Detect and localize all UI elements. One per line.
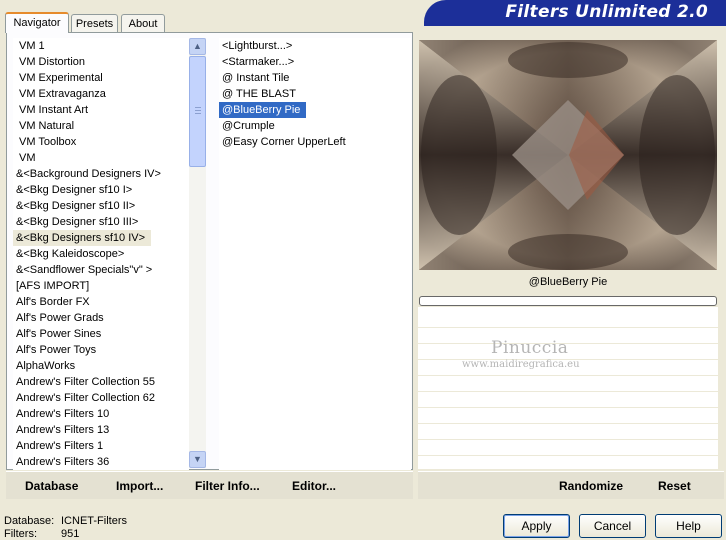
right-toolbar: Randomize Reset [418, 471, 724, 499]
category-list-item[interactable]: VM Natural [13, 118, 74, 134]
editor-button[interactable]: Editor... [292, 479, 336, 493]
kaleidoscope-preview [419, 40, 717, 270]
category-list-item[interactable]: Andrew's Filters 10 [13, 406, 109, 422]
category-scrollbar[interactable]: ▲ ▼ [189, 38, 206, 468]
filter-list[interactable]: <Lightburst...> <Starmaker...> @ Instant T… [219, 38, 411, 470]
database-label: Database: [4, 515, 55, 527]
category-list-item[interactable]: Alf's Power Toys [13, 342, 96, 358]
category-list-item[interactable]: &<Background Designers IV> [13, 166, 161, 182]
apply-button[interactable]: Apply [503, 514, 570, 538]
category-list-item[interactable]: &<Sandflower Specials"v" > [13, 262, 152, 278]
preview-filter-name: @BlueBerry Pie [528, 276, 608, 288]
category-list-item[interactable]: VM Experimental [13, 70, 103, 86]
parameter-area [418, 307, 718, 469]
category-list-item[interactable]: Andrew's Filter Collection 55 [13, 374, 155, 390]
randomize-button[interactable]: Randomize [559, 479, 623, 493]
category-list-item[interactable]: VM [13, 150, 36, 166]
filter-list-item[interactable]: <Lightburst...> [219, 38, 292, 54]
database-value: ICNET-Filters [61, 515, 127, 527]
category-list-item[interactable]: &<Bkg Designer sf10 III> [13, 214, 138, 230]
category-list-item[interactable]: &<Bkg Designers sf10 IV> [13, 230, 152, 246]
category-list-item[interactable]: VM Distortion [13, 54, 85, 70]
category-list-item[interactable]: Alf's Power Sines [13, 326, 101, 342]
category-list-item[interactable]: Andrew's Filters 1 [13, 438, 103, 454]
app-title: Filters Unlimited 2.0 [505, 2, 708, 22]
filter-list-item[interactable]: @ THE BLAST [219, 86, 296, 102]
category-list-item[interactable]: Andrew's Filters 13 [13, 422, 109, 438]
filter-list-item[interactable]: @ Instant Tile [219, 70, 289, 86]
filter-list-item[interactable]: @BlueBerry Pie [219, 102, 307, 118]
help-button[interactable]: Help [655, 514, 722, 538]
category-list-item[interactable]: VM Instant Art [13, 102, 88, 118]
filter-info-button[interactable]: Filter Info... [195, 479, 260, 493]
progress-bar [419, 296, 717, 306]
filters-count: 951 [61, 528, 80, 540]
filter-list-item[interactable]: @Easy Corner UpperLeft [219, 134, 346, 150]
category-list-item[interactable]: Andrew's Filters 36 [13, 454, 109, 470]
tab-presets[interactable]: Presets [71, 14, 118, 32]
tab-about[interactable]: About [121, 14, 165, 32]
category-list-item[interactable]: Alf's Power Grads [13, 310, 104, 326]
category-list-item[interactable]: VM Extravaganza [13, 86, 106, 102]
filter-list-item[interactable]: <Starmaker...> [219, 54, 294, 70]
category-list-item[interactable]: [AFS IMPORT] [13, 278, 89, 294]
category-list-item[interactable]: VM Toolbox [13, 134, 76, 150]
filters-label: Filters: [4, 528, 37, 540]
watermark-title: Pinuccia [491, 338, 569, 358]
cancel-button[interactable]: Cancel [579, 514, 646, 538]
category-list-item[interactable]: AlphaWorks [13, 358, 75, 374]
preview-image [419, 40, 717, 270]
reset-button[interactable]: Reset [658, 479, 691, 493]
category-list-item[interactable]: Andrew's Filter Collection 62 [13, 390, 155, 406]
chevron-down-icon[interactable]: ▼ [189, 451, 206, 468]
category-list-item[interactable]: Alf's Border FX [13, 294, 90, 310]
tab-navigator[interactable]: Navigator [5, 12, 69, 33]
watermark-url: www.maidiregrafica.eu [462, 359, 580, 370]
category-list-item[interactable]: VM 1 [13, 38, 45, 54]
title-banner: Filters Unlimited 2.0 [424, 0, 726, 26]
category-list-item[interactable]: &<Bkg Kaleidoscope> [13, 246, 124, 262]
left-toolbar: Database Import... Filter Info... Editor… [6, 471, 413, 499]
database-button[interactable]: Database [25, 479, 78, 493]
import-button[interactable]: Import... [116, 479, 163, 493]
category-list[interactable]: VM 1 VM Distortion VM Experimental VM Extra… [13, 38, 189, 470]
filter-list-item[interactable]: @Crumple [219, 118, 275, 134]
scrollbar-thumb[interactable] [189, 56, 206, 167]
category-list-item[interactable]: &<Bkg Designer sf10 II> [13, 198, 135, 214]
category-list-item[interactable]: &<Bkg Designer sf10 I> [13, 182, 132, 198]
chevron-up-icon[interactable]: ▲ [189, 38, 206, 55]
